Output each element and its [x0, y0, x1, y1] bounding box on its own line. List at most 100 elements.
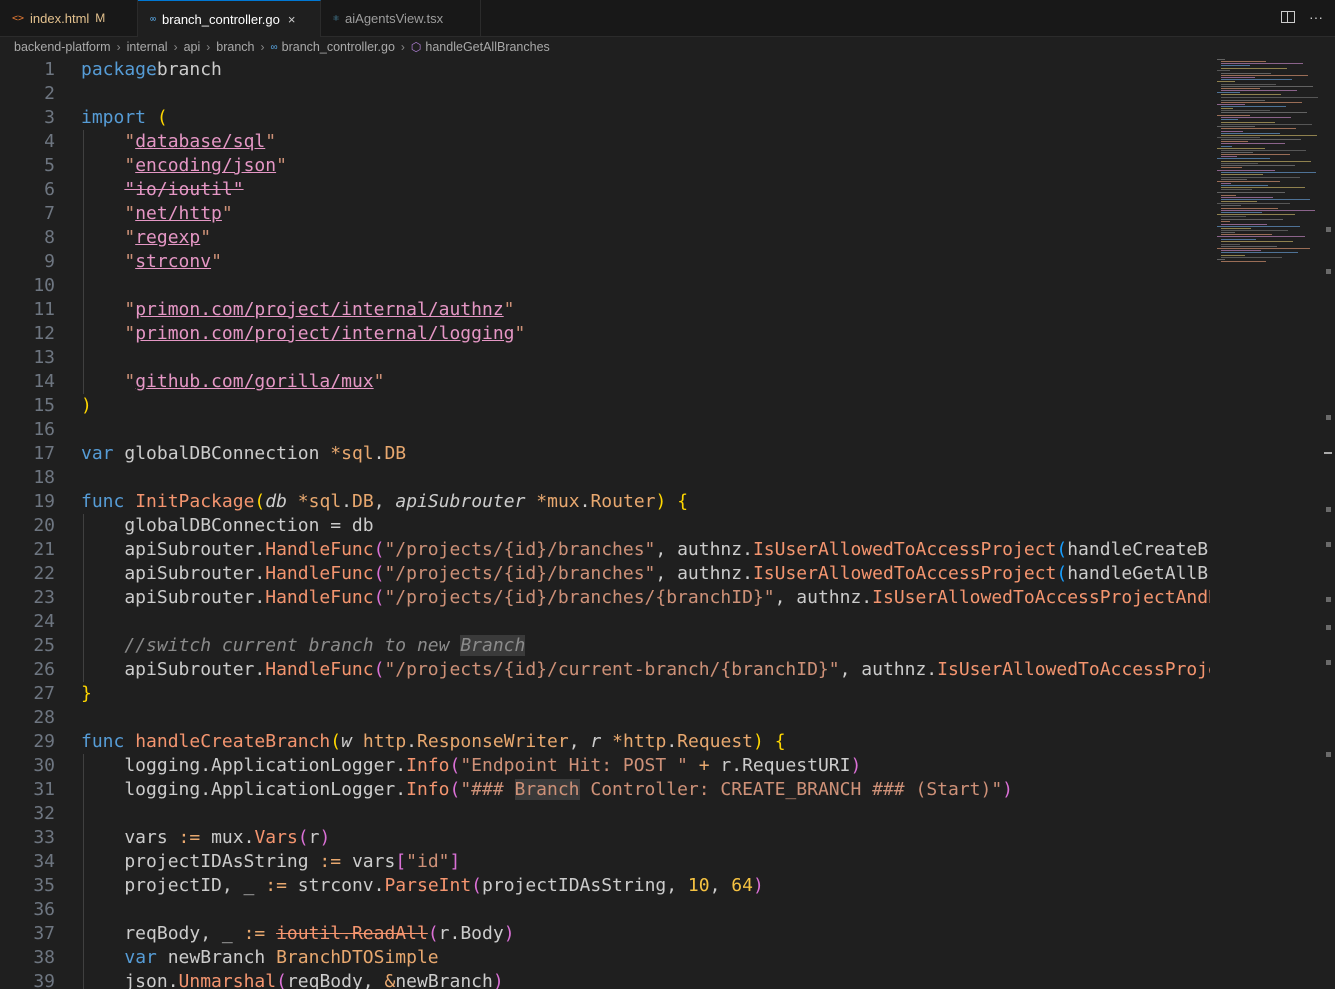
- code-line[interactable]: 37 reqBody, _ := ioutil.ReadAll(r.Body): [0, 922, 1210, 946]
- minimap-line: [1221, 79, 1292, 80]
- code-token: json.: [81, 971, 179, 989]
- code-token: DB: [352, 491, 374, 512]
- line-number: 10: [33, 275, 55, 296]
- editor-actions: ···: [1281, 9, 1323, 25]
- line-number: 5: [44, 155, 55, 176]
- minimap-line: [1221, 208, 1278, 209]
- scroll-marker: [1326, 597, 1331, 602]
- code-line[interactable]: 24: [0, 610, 1210, 634]
- code-token: newBranch: [167, 947, 277, 968]
- code-line[interactable]: 32: [0, 802, 1210, 826]
- code-line[interactable]: 36: [0, 898, 1210, 922]
- code-line[interactable]: 6 "io/ioutil": [0, 178, 1210, 202]
- code-line[interactable]: 16: [0, 418, 1210, 442]
- code-text: apiSubrouter.HandleFunc("/projects/{id}/…: [81, 562, 1210, 586]
- code-line[interactable]: 22 apiSubrouter.HandleFunc("/projects/{i…: [0, 562, 1210, 586]
- code-line[interactable]: 17 var globalDBConnection *sql.DB: [0, 442, 1210, 466]
- code-token: apiSubrouter.: [81, 659, 266, 680]
- breadcrumb-item[interactable]: internal: [127, 40, 168, 54]
- code-line[interactable]: 12 "primon.com/project/internal/logging": [0, 322, 1210, 346]
- code-token: (: [254, 491, 266, 512]
- code-token: Router: [590, 491, 656, 512]
- code-line[interactable]: 18: [0, 466, 1210, 490]
- scroll-marker: [1326, 415, 1331, 420]
- code-token: "io/ioutil": [124, 179, 244, 200]
- code-line[interactable]: 33 vars := mux.Vars(r): [0, 826, 1210, 850]
- minimap-line: [1221, 112, 1307, 113]
- minimap-line: [1221, 244, 1240, 245]
- code-text: ): [81, 394, 92, 418]
- scrollbar[interactable]: [1324, 57, 1332, 989]
- code-token: "/projects/{id}/branches": [384, 563, 656, 584]
- code-editor[interactable]: 1 packagebranch 2 3 import (4 "database/sql"…: [0, 57, 1210, 989]
- code-line[interactable]: 30 logging.ApplicationLogger.Info("Endpo…: [0, 754, 1210, 778]
- code-line[interactable]: 9 "strconv": [0, 250, 1210, 274]
- code-line[interactable]: 23 apiSubrouter.HandleFunc("/projects/{i…: [0, 586, 1210, 610]
- minimap-line: [1221, 212, 1262, 213]
- code-token: apiSubrouter.: [81, 563, 266, 584]
- code-line[interactable]: 5 "encoding/json": [0, 154, 1210, 178]
- minimap-line: [1221, 117, 1291, 118]
- code-line[interactable]: 10: [0, 274, 1210, 298]
- code-token: ": [124, 299, 136, 320]
- minimap-line: [1221, 234, 1272, 235]
- code-line[interactable]: 35 projectID, _ := strconv.ParseInt(proj…: [0, 874, 1210, 898]
- code-text: apiSubrouter.HandleFunc("/projects/{id}/…: [81, 538, 1210, 562]
- code-line[interactable]: 11 "primon.com/project/internal/authnz": [0, 298, 1210, 322]
- code-token: r: [308, 827, 320, 848]
- code-line[interactable]: 25 //switch current branch to new Branch: [0, 634, 1210, 658]
- code-line[interactable]: 21 apiSubrouter.HandleFunc("/projects/{i…: [0, 538, 1210, 562]
- code-line[interactable]: 14 "github.com/gorilla/mux": [0, 370, 1210, 394]
- code-token: primon.com/project/internal/logging: [135, 323, 515, 344]
- code-token: (: [449, 779, 461, 800]
- line-number: 33: [33, 827, 55, 848]
- line-number: 31: [33, 779, 55, 800]
- line-number: 37: [33, 923, 55, 944]
- tab-branch-controller[interactable]: ∞ branch_controller.go ×: [138, 0, 321, 37]
- code-token: apiSubrouter.: [81, 587, 266, 608]
- react-icon: ⚛: [333, 12, 340, 24]
- code-line[interactable]: 20 globalDBConnection = db: [0, 514, 1210, 538]
- code-line[interactable]: 28: [0, 706, 1210, 730]
- code-line[interactable]: 34 projectIDAsString := vars["id"]: [0, 850, 1210, 874]
- code-line[interactable]: 31 logging.ApplicationLogger.Info("### B…: [0, 778, 1210, 802]
- scroll-marker: [1326, 227, 1331, 232]
- code-line[interactable]: 1 packagebranch: [0, 58, 1210, 82]
- code-line[interactable]: 2: [0, 82, 1210, 106]
- tab-index-html[interactable]: <> index.html M: [0, 0, 138, 36]
- breadcrumb-item[interactable]: branch_controller.go: [282, 40, 395, 54]
- code-line[interactable]: 39 json.Unmarshal(reqBody, &newBranch): [0, 970, 1210, 989]
- code-token: (: [373, 659, 385, 680]
- code-line[interactable]: 27}: [0, 682, 1210, 706]
- code-line[interactable]: 19 func InitPackage(db *sql.DB, apiSubrou…: [0, 490, 1210, 514]
- code-token: net/http: [135, 203, 222, 224]
- code-line[interactable]: 38 var newBranch BranchDTOSimple: [0, 946, 1210, 970]
- code-token: ParseInt: [384, 875, 472, 896]
- breadcrumb-item[interactable]: api: [184, 40, 201, 54]
- close-icon[interactable]: ×: [288, 12, 296, 27]
- breadcrumb-item[interactable]: handleGetAllBranches: [425, 40, 549, 54]
- code-token: ": [373, 371, 385, 392]
- code-line[interactable]: 15): [0, 394, 1210, 418]
- code-token: .: [406, 731, 418, 752]
- line-number: 35: [33, 875, 55, 896]
- code-line[interactable]: 13: [0, 346, 1210, 370]
- code-token: ": [124, 131, 136, 152]
- code-line[interactable]: 7 "net/http": [0, 202, 1210, 226]
- split-editor-icon[interactable]: [1281, 11, 1295, 23]
- tab-ai-agents-view[interactable]: ⚛ aiAgentsView.tsx: [321, 0, 481, 36]
- code-line[interactable]: 26 apiSubrouter.HandleFunc("/projects/{i…: [0, 658, 1210, 682]
- code-line[interactable]: 3 import (: [0, 106, 1210, 130]
- breadcrumb-item[interactable]: branch: [216, 40, 254, 54]
- line-number: 1: [44, 59, 55, 80]
- more-actions-icon[interactable]: ···: [1309, 9, 1323, 25]
- breadcrumb-item[interactable]: backend-platform: [14, 40, 111, 54]
- code-line[interactable]: 4 "database/sql": [0, 130, 1210, 154]
- code-line[interactable]: 8 "regexp": [0, 226, 1210, 250]
- code-line[interactable]: 29 func handleCreateBranch(w http.Respons…: [0, 730, 1210, 754]
- minimap[interactable]: [1215, 57, 1323, 267]
- minimap-line: [1221, 189, 1252, 190]
- code-token: ": [200, 227, 212, 248]
